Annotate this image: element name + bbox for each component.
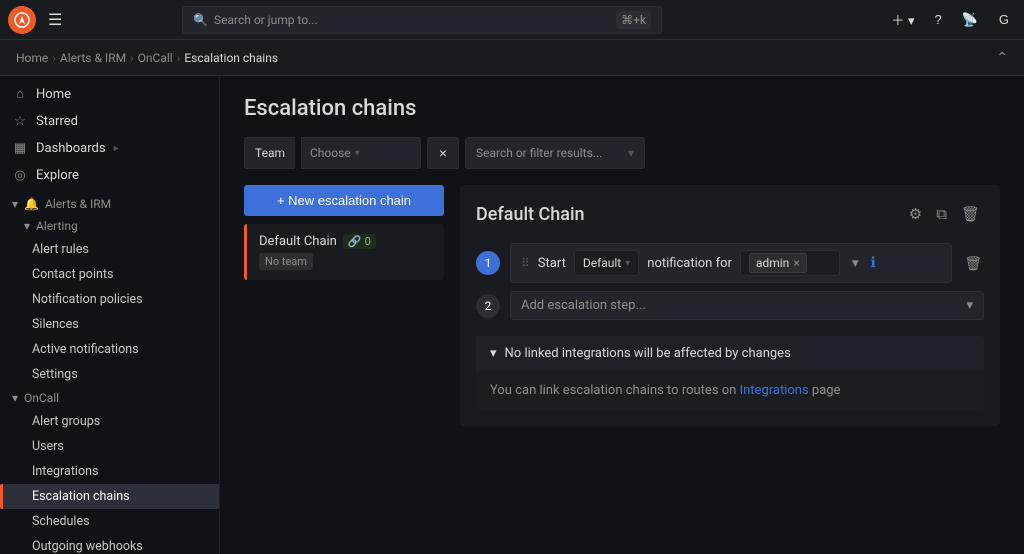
- sidebar-item-silences[interactable]: Silences: [0, 312, 219, 337]
- sidebar-item-starred[interactable]: ☆ Starred: [0, 108, 219, 135]
- main-layout: ⌂ Home ☆ Starred ▦ Dashboards ▸ ◎ Explor…: [0, 76, 1024, 554]
- sidebar-top-section: ⌂ Home ☆ Starred ▦ Dashboards ▸ ◎ Explor…: [0, 76, 219, 193]
- notifications-button[interactable]: 📡: [956, 8, 984, 32]
- top-nav-actions: ＋ ▾ ? 📡 G: [885, 6, 1016, 33]
- sidebar-item-alert-rules[interactable]: Alert rules: [0, 237, 219, 262]
- filter-search-input[interactable]: Search or filter results... ▾: [465, 137, 645, 169]
- chain-settings-button[interactable]: ⚙: [905, 201, 926, 227]
- chain-copy-button[interactable]: ⧉: [932, 201, 951, 227]
- sidebar-oncall-header[interactable]: ▾ OnCall: [0, 387, 219, 409]
- app-logo: [8, 6, 36, 34]
- sidebar-item-users[interactable]: Users: [0, 434, 219, 459]
- breadcrumb-current: Escalation chains: [184, 51, 278, 65]
- integrations-notice-body: You can link escalation chains to routes…: [476, 371, 984, 410]
- remove-admin-tag[interactable]: ×: [793, 256, 799, 270]
- step-type-chevron: ▾: [625, 258, 630, 269]
- step-2-number: 2: [476, 294, 500, 318]
- integrations-notice-header[interactable]: ▾ No linked integrations will be affecte…: [476, 336, 984, 371]
- global-search[interactable]: 🔍 Search or jump to... ⌘+k: [182, 6, 662, 34]
- notice-chevron-icon: ▾: [490, 346, 497, 361]
- sidebar-item-schedules[interactable]: Schedules: [0, 509, 219, 534]
- chain-detail-header: Default Chain ⚙ ⧉ 🗑: [476, 201, 984, 227]
- search-icon: 🔍: [193, 13, 208, 27]
- integrations-notice: ▾ No linked integrations will be affecte…: [476, 336, 984, 410]
- sidebar-item-dashboards[interactable]: ▦ Dashboards ▸: [0, 135, 219, 162]
- bell-icon: 🔔: [24, 197, 39, 211]
- sidebar-item-integrations[interactable]: Integrations: [0, 459, 219, 484]
- escalation-step-2: 2 Add escalation step... ▾: [476, 291, 984, 320]
- step-type-select[interactable]: Default ▾: [574, 250, 639, 276]
- step-1-number: 1: [476, 251, 500, 275]
- chain-link-badge: 🔗 0: [343, 234, 376, 249]
- sidebar-item-outgoing-webhooks[interactable]: Outgoing webhooks: [0, 534, 219, 554]
- sidebar-item-explore[interactable]: ◎ Explore: [0, 162, 219, 189]
- chain-detail-panel: Default Chain ⚙ ⧉ 🗑 1 ⠿ Start: [460, 185, 1000, 426]
- notify-select[interactable]: admin ×: [740, 250, 840, 276]
- team-filter-label: Team: [244, 137, 295, 169]
- no-team-badge: No team: [259, 253, 313, 270]
- breadcrumb-home[interactable]: Home: [16, 51, 48, 65]
- help-button[interactable]: ?: [929, 8, 948, 31]
- main-content: Escalation chains Team Choose ▾ × Search…: [220, 76, 1024, 554]
- chevron-down-icon: ▾: [12, 197, 18, 211]
- home-icon: ⌂: [12, 86, 28, 102]
- delete-step-1-button[interactable]: 🗑: [962, 253, 984, 274]
- step-info-icon[interactable]: ℹ: [870, 255, 875, 271]
- expand-notify-button[interactable]: ▾: [848, 251, 863, 275]
- sidebar-item-active-notifications[interactable]: Active notifications: [0, 337, 219, 362]
- alerting-chevron-icon: ▾: [24, 219, 30, 233]
- integrations-link[interactable]: Integrations: [740, 383, 809, 398]
- add-step-chevron: ▾: [966, 298, 973, 313]
- filter-bar: Team Choose ▾ × Search or filter results…: [244, 137, 1000, 169]
- team-select-chevron: ▾: [355, 148, 360, 159]
- breadcrumb-oncall[interactable]: OnCall: [138, 51, 173, 65]
- sidebar-item-escalation-chains[interactable]: Escalation chains: [0, 484, 219, 509]
- chain-list-item[interactable]: Default Chain 🔗 0 No team: [244, 224, 444, 280]
- new-escalation-chain-button[interactable]: + New escalation chain: [244, 185, 444, 216]
- chain-delete-button[interactable]: 🗑: [957, 201, 984, 227]
- sidebar-item-settings-alerting[interactable]: Settings: [0, 362, 219, 387]
- escalation-step-1: 1 ⠿ Start Default ▾ notification for adm…: [476, 243, 984, 283]
- breadcrumb-alerts-irm[interactable]: Alerts & IRM: [60, 51, 126, 65]
- search-placeholder: Search or jump to...: [214, 13, 318, 27]
- sidebar-item-notification-policies[interactable]: Notification policies: [0, 287, 219, 312]
- explore-icon: ◎: [12, 168, 28, 183]
- hamburger-button[interactable]: ☰: [44, 6, 66, 34]
- notice-header-text: No linked integrations will be affected …: [505, 346, 791, 361]
- admin-tag: admin ×: [749, 253, 807, 273]
- sidebar: ⌂ Home ☆ Starred ▦ Dashboards ▸ ◎ Explor…: [0, 76, 220, 554]
- sidebar-item-alert-groups[interactable]: Alert groups: [0, 409, 219, 434]
- chains-list-panel: + New escalation chain Default Chain 🔗 0…: [244, 185, 444, 426]
- step-start-label: Start: [538, 256, 566, 271]
- chain-item-name: Default Chain: [259, 234, 337, 249]
- step-1-content: ⠿ Start Default ▾ notification for admin…: [510, 243, 952, 283]
- breadcrumb-collapse-button[interactable]: ⌃: [996, 49, 1008, 66]
- breadcrumb: Home › Alerts & IRM › OnCall › Escalatio…: [0, 40, 1024, 76]
- chain-actions: ⚙ ⧉ 🗑: [905, 201, 984, 227]
- link-icon: 🔗: [348, 235, 362, 248]
- sidebar-item-home[interactable]: ⌂ Home: [0, 80, 219, 108]
- oncall-chevron-icon: ▾: [12, 391, 18, 405]
- filter-search-chevron: ▾: [628, 146, 634, 160]
- sidebar-alerting-header[interactable]: ▾ Alerting: [0, 215, 219, 237]
- user-avatar[interactable]: G: [992, 8, 1016, 32]
- page-title: Escalation chains: [244, 96, 1000, 121]
- add-step-button[interactable]: Add escalation step... ▾: [510, 291, 984, 320]
- drag-handle[interactable]: ⠿: [521, 256, 530, 270]
- star-icon: ☆: [12, 114, 28, 129]
- add-button[interactable]: ＋ ▾: [885, 6, 920, 33]
- filter-clear-button[interactable]: ×: [427, 137, 459, 169]
- team-filter-select[interactable]: Choose ▾: [301, 137, 421, 169]
- step-notify-label: notification for: [647, 256, 732, 271]
- sidebar-alerts-irm-header[interactable]: ▾ 🔔 Alerts & IRM: [0, 193, 219, 215]
- dashboards-icon: ▦: [12, 141, 28, 156]
- content-area: + New escalation chain Default Chain 🔗 0…: [244, 185, 1000, 426]
- sidebar-item-contact-points[interactable]: Contact points: [0, 262, 219, 287]
- search-shortcut: ⌘+k: [616, 11, 651, 29]
- chain-detail-title: Default Chain: [476, 204, 905, 225]
- top-nav: ☰ 🔍 Search or jump to... ⌘+k ＋ ▾ ? 📡 G: [0, 0, 1024, 40]
